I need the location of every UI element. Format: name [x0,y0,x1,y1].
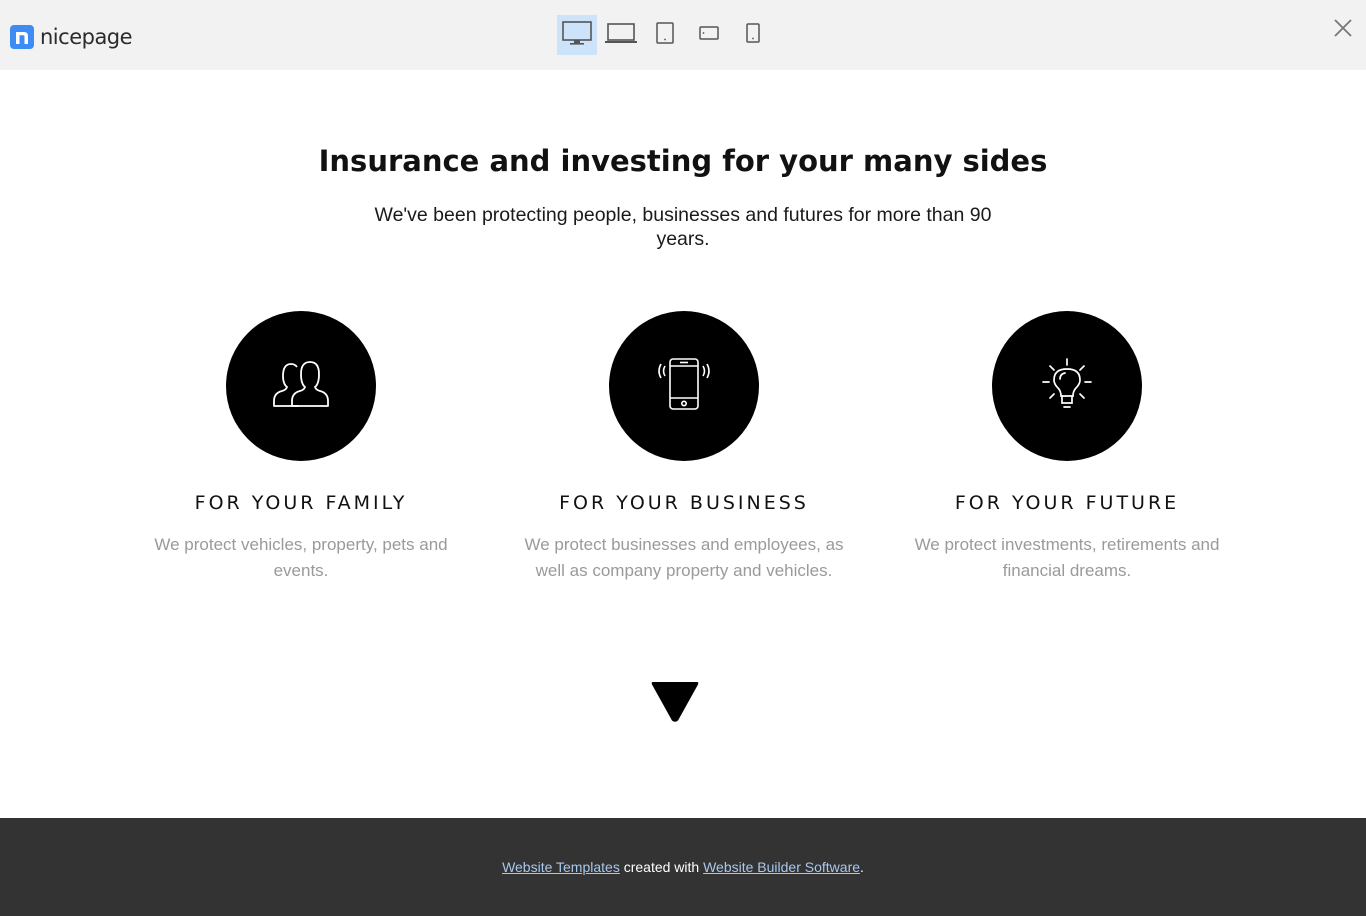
footer-period: . [860,859,864,875]
feature-icon-circle [609,311,759,461]
website-templates-link[interactable]: Website Templates [502,859,620,875]
footer: Website Templates created with Website B… [0,818,1366,916]
lightbulb-icon [1042,357,1092,415]
device-tablet-button[interactable] [645,15,685,55]
page-subtitle: We've been protecting people, businesses… [374,204,992,250]
website-builder-link[interactable]: Website Builder Software [703,859,860,875]
logo-text: nicepage [40,25,133,49]
smartphone-icon [656,357,712,416]
footer-middle-text: created with [619,859,704,875]
close-button[interactable] [1330,17,1356,43]
feature-description: We protect vehicles, property, pets and … [154,535,448,580]
feature-description: We protect investments, retirements and … [914,535,1220,580]
laptop-icon [604,21,638,50]
feature-icon-circle [992,311,1142,461]
device-desktop-button[interactable] [557,15,597,55]
users-icon [273,359,329,414]
feature-title: FOR YOUR BUSINESS [559,492,809,514]
device-phone-landscape-button[interactable] [689,15,729,55]
device-laptop-button[interactable] [601,15,641,55]
nicepage-logo-icon [10,25,34,49]
phone-landscape-icon [698,25,720,46]
preview-toolbar: nicepage [0,0,1366,70]
feature-title: FOR YOUR FAMILY [194,492,408,514]
device-phone-portrait-button[interactable] [733,15,773,55]
feature-future: FOR YOUR FUTURE We protect investments, … [897,311,1237,584]
feature-title: FOR YOUR FUTURE [954,492,1180,514]
footer-credit: Website Templates created with Website B… [0,859,1366,875]
page-title: Insurance and investing for your many si… [318,144,1048,178]
phone-portrait-icon [745,22,761,49]
triangle-down-icon [651,682,699,727]
device-switcher [557,15,777,55]
close-icon [1333,18,1353,43]
feature-business: FOR YOUR BUSINESS We protect businesses … [514,311,854,584]
nicepage-logo[interactable]: nicepage [10,24,133,50]
feature-icon-circle [226,311,376,461]
feature-description: We protect businesses and employees, as … [524,535,844,580]
feature-family: FOR YOUR FAMILY We protect vehicles, pro… [131,311,471,584]
desktop-icon [561,20,593,51]
scroll-down-button[interactable] [651,681,699,728]
tablet-icon [655,21,675,50]
